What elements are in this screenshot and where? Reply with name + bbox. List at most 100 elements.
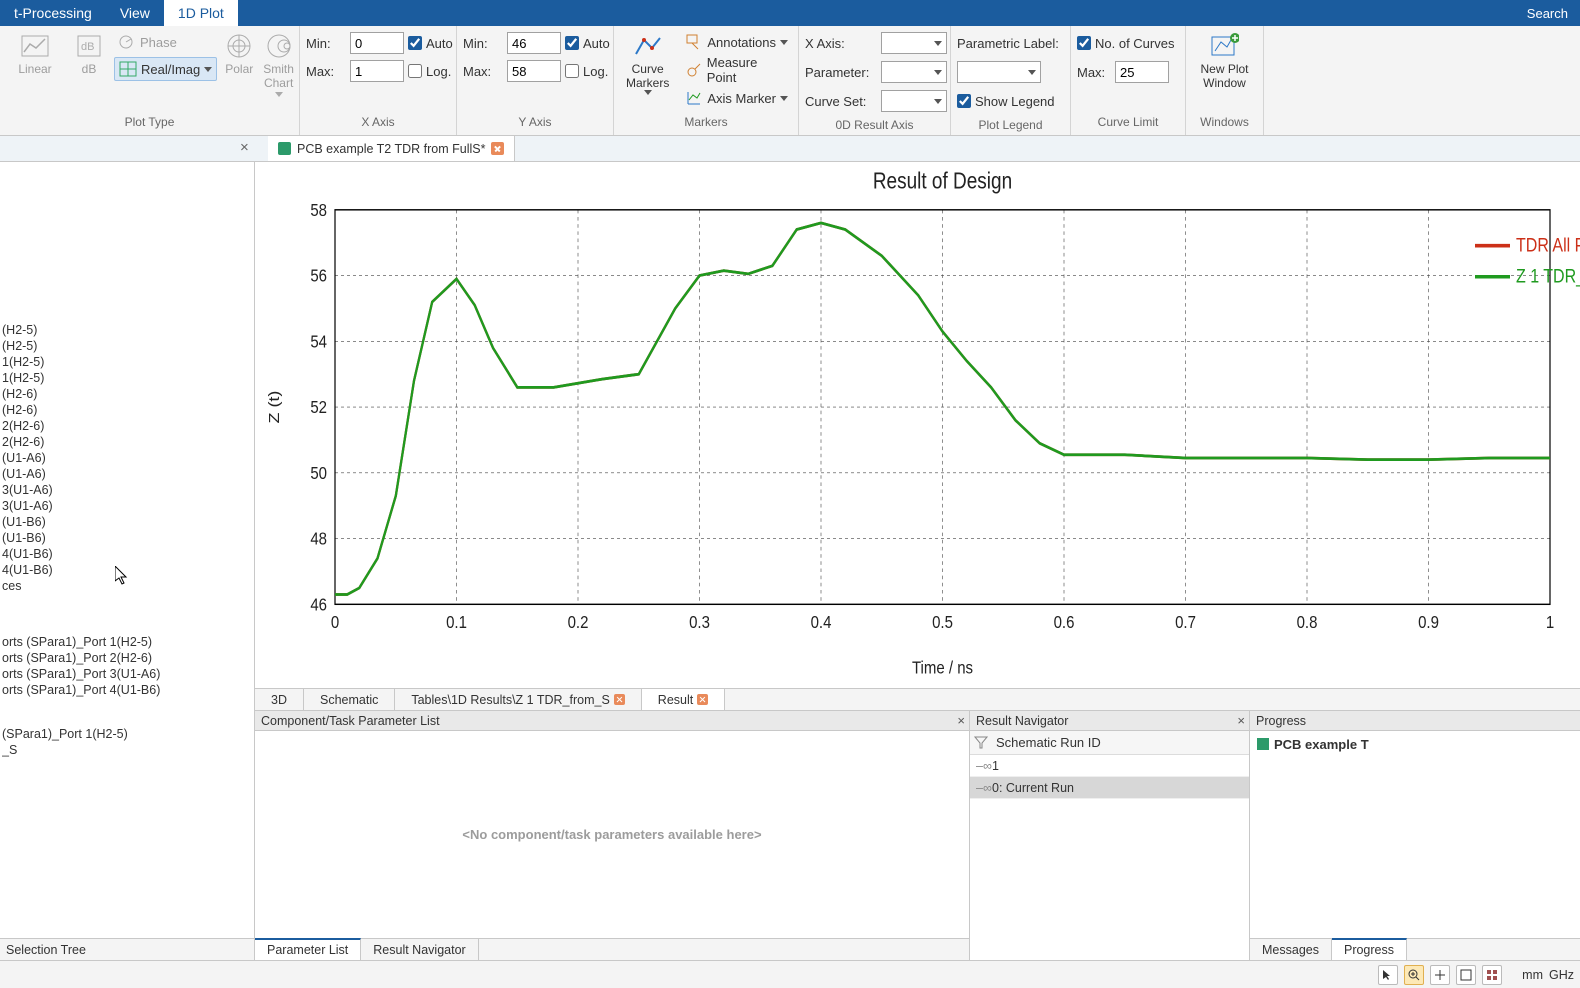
status-fit-icon[interactable] (1456, 965, 1476, 985)
axis-marker-button[interactable]: Axis Marker (681, 86, 792, 110)
status-cursor-icon[interactable] (1378, 965, 1398, 985)
svg-text:TDR All Ports (: TDR All Ports ( (1516, 234, 1580, 256)
svg-text:Z (t): Z (t) (265, 391, 282, 424)
xaxis-max-label: Max: (306, 64, 346, 79)
tab-result[interactable]: Result (642, 688, 725, 710)
svg-text:0.6: 0.6 (1054, 612, 1075, 633)
polar-button[interactable]: Polar (223, 30, 255, 78)
nav-header-label: Schematic Run ID (996, 735, 1101, 750)
db-button[interactable]: dB dB (70, 30, 108, 78)
polar-icon (225, 32, 253, 60)
messages-tab[interactable]: Messages (1250, 939, 1332, 960)
axis-marker-icon (685, 89, 703, 107)
svg-text:dB: dB (81, 41, 94, 53)
close-icon[interactable] (491, 142, 504, 155)
tab-view[interactable]: View (106, 0, 164, 26)
xaxis-log-check[interactable] (408, 64, 422, 78)
yaxis-auto-check[interactable] (565, 36, 579, 50)
yaxis-min-input[interactable] (507, 32, 561, 54)
doc-icon (1256, 737, 1270, 754)
status-pan-icon[interactable] (1430, 965, 1450, 985)
group-caption: 0D Result Axis (799, 118, 950, 135)
status-grid-icon[interactable] (1482, 965, 1502, 985)
new-plot-window-button[interactable]: New Plot Window (1192, 30, 1257, 92)
curve-markers-button[interactable]: Curve Markers (620, 30, 675, 97)
group-caption: Plot Type (0, 115, 299, 135)
annotations-icon (685, 33, 703, 51)
paramlabel-combo[interactable] (957, 61, 1041, 83)
selection-tree-tab[interactable]: Selection Tree (0, 938, 254, 960)
result-tree[interactable]: (H2-5)(H2-5)1(H2-5)1(H2-5)(H2-6)(H2-6)2(… (0, 162, 254, 938)
curveset-label: Curve Set: (805, 94, 877, 109)
svg-text:0.9: 0.9 (1418, 612, 1439, 633)
group-caption: Curve Limit (1071, 115, 1185, 135)
progress-tab[interactable]: Progress (1332, 938, 1407, 960)
svg-text:46: 46 (310, 594, 327, 615)
result-navigator-panel: Result Navigator× Schematic Run ID –∞1 –… (970, 711, 1250, 960)
xaxis-min-input[interactable] (350, 32, 404, 54)
tab-1dplot[interactable]: 1D Plot (164, 0, 238, 26)
xaxis-auto-check[interactable] (408, 36, 422, 50)
doc-tab[interactable]: PCB example T2 TDR from FullS* (268, 136, 515, 161)
chevron-down-icon (275, 92, 283, 97)
parameter-list-tab[interactable]: Parameter List (255, 938, 361, 960)
smith-icon (265, 32, 293, 60)
result-navigator-tab[interactable]: Result Navigator (361, 939, 478, 960)
panel-close-icon[interactable]: × (240, 139, 249, 156)
svg-text:0.2: 0.2 (568, 612, 589, 633)
realimag-icon (119, 60, 137, 78)
linear-button[interactable]: Linear (6, 30, 64, 78)
svg-text:56: 56 (310, 265, 327, 286)
svg-text:0.8: 0.8 (1297, 612, 1318, 633)
linear-icon (21, 32, 49, 60)
xaxis-max-input[interactable] (350, 60, 404, 82)
smith-button[interactable]: Smith Chart (261, 30, 296, 99)
view-tabs: 3D Schematic Tables\1D Results\Z 1 TDR_f… (255, 688, 1580, 710)
tab-tables[interactable]: Tables\1D Results\Z 1 TDR_from_S (395, 689, 641, 710)
annotations-button[interactable]: Annotations (681, 30, 792, 54)
no-of-curves-check[interactable] (1077, 36, 1091, 50)
status-zoom-icon[interactable] (1404, 965, 1424, 985)
svg-text:0.5: 0.5 (932, 612, 953, 633)
curve-max-label: Max: (1077, 65, 1111, 80)
nav-row[interactable]: –∞1 (970, 755, 1249, 777)
show-legend-check[interactable] (957, 94, 971, 108)
yaxis-max-input[interactable] (507, 60, 561, 82)
top-tabbar: t-Processing View 1D Plot Search (0, 0, 1580, 26)
chevron-down-icon (644, 90, 652, 95)
close-icon[interactable]: × (957, 713, 965, 728)
yaxis-log-check[interactable] (565, 64, 579, 78)
filter-icon[interactable] (974, 735, 990, 751)
yaxis-auto-label: Auto (583, 36, 610, 51)
phase-button[interactable]: Phase (114, 30, 217, 54)
xaxis-auto-label: Auto (426, 36, 453, 51)
parameter-list-panel: Component/Task Parameter List× <No compo… (255, 711, 970, 960)
tab-3d[interactable]: 3D (255, 689, 304, 710)
param0d-combo[interactable] (881, 61, 947, 83)
curve-max-input[interactable] (1115, 61, 1169, 83)
svg-text:Result of Design: Result of Design (873, 169, 1012, 194)
svg-text:0.7: 0.7 (1175, 612, 1196, 633)
search-label[interactable]: Search (1515, 0, 1580, 26)
measure-point-button[interactable]: Measure Point (681, 58, 792, 82)
close-icon[interactable]: × (1237, 713, 1245, 728)
chart-area[interactable]: Result of Design00.10.20.30.40.50.60.70.… (255, 162, 1580, 688)
new-window-icon (1211, 32, 1239, 60)
chevron-down-icon (780, 40, 788, 45)
xaxis0d-combo[interactable] (881, 32, 947, 54)
close-icon[interactable] (697, 694, 708, 705)
progress-item[interactable]: PCB example T (1274, 737, 1369, 752)
realimag-button[interactable]: Real/Imag (114, 57, 217, 81)
tab-postprocessing[interactable]: t-Processing (0, 0, 106, 26)
units-ghz: GHz (1549, 968, 1574, 982)
group-caption: Windows (1186, 115, 1263, 135)
curveset-combo[interactable] (881, 90, 947, 112)
units-mm: mm (1522, 968, 1543, 982)
close-icon[interactable] (614, 694, 625, 705)
db-icon: dB (75, 32, 103, 60)
status-bar: mm GHz (0, 960, 1580, 988)
nav-row-current[interactable]: –∞0: Current Run (970, 777, 1249, 799)
left-panel: (H2-5)(H2-5)1(H2-5)1(H2-5)(H2-6)(H2-6)2(… (0, 162, 255, 960)
svg-text:0: 0 (331, 612, 339, 633)
tab-schematic[interactable]: Schematic (304, 689, 395, 710)
